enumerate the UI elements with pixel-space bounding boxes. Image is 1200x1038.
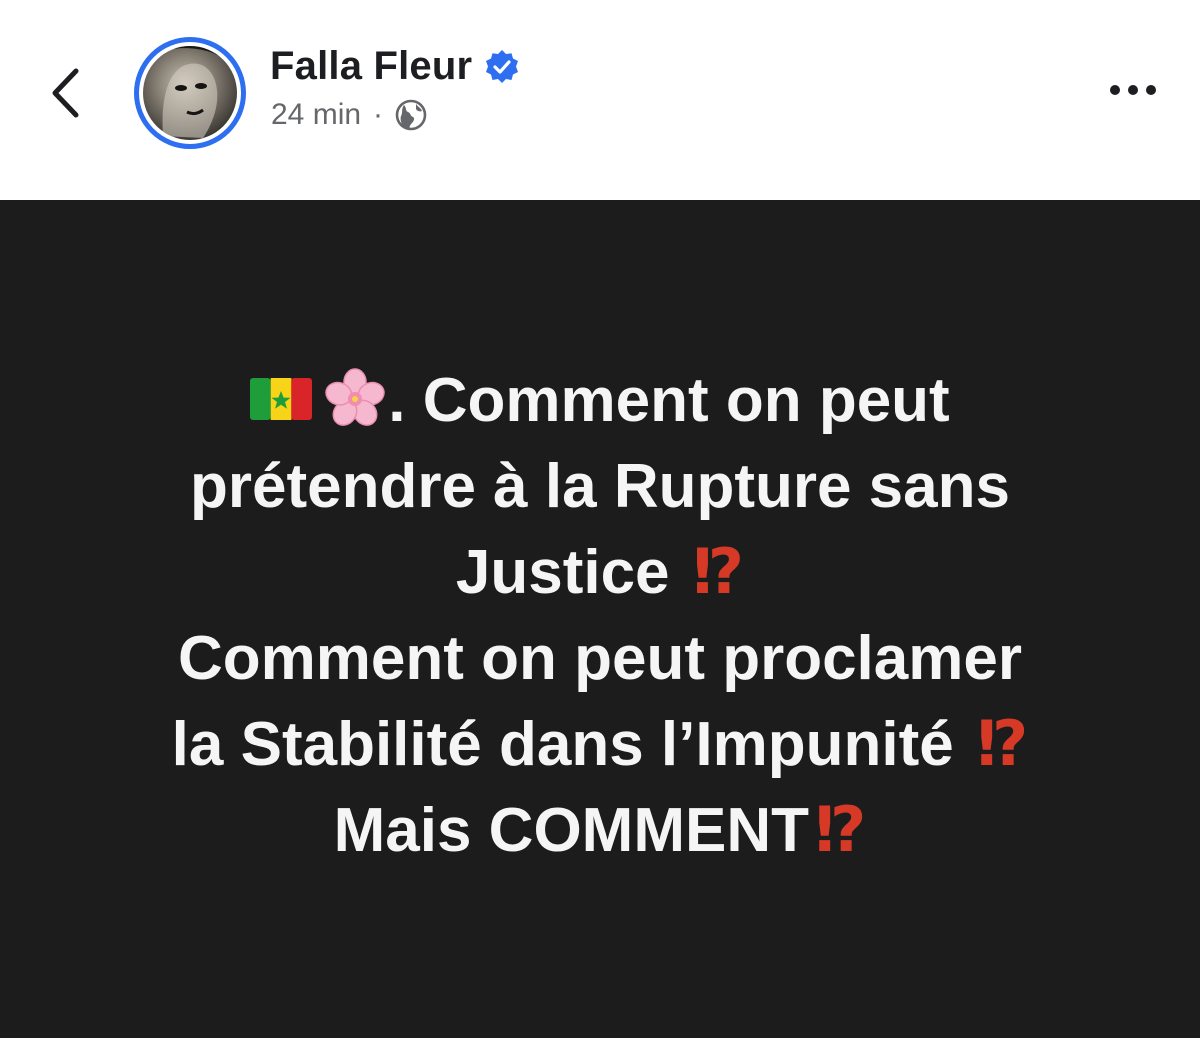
interrobang-icon: ⁉ bbox=[814, 796, 867, 865]
avatar[interactable] bbox=[134, 37, 246, 149]
post-line-5: la Stabilité dans l’Impunité ⁉ bbox=[171, 710, 1029, 779]
chevron-left-icon bbox=[52, 68, 79, 118]
timestamp[interactable]: 24 min bbox=[271, 98, 361, 132]
interrobang-icon: ⁉ bbox=[692, 538, 745, 607]
post-line-6: Mais COMMENT⁉ bbox=[333, 796, 867, 865]
post-line-2: prétendre à la Rupture sans bbox=[189, 452, 1011, 521]
verified-badge-icon bbox=[486, 49, 519, 83]
text-post: . Comment on peut prétendre à la Rupture… bbox=[0, 200, 1200, 1038]
profile-photo bbox=[143, 46, 237, 140]
post-line-3: Justice ⁉ bbox=[455, 538, 745, 607]
post-meta: 24 min · bbox=[271, 98, 427, 132]
post-line-1: . Comment on peut bbox=[60, 358, 1140, 444]
more-options-button[interactable] bbox=[1098, 70, 1168, 110]
cherry-blossom-icon bbox=[325, 367, 386, 426]
author-name[interactable]: Falla Fleur bbox=[270, 44, 472, 89]
meta-separator: · bbox=[373, 98, 384, 131]
globe-icon[interactable] bbox=[395, 99, 427, 131]
back-button[interactable] bbox=[40, 58, 90, 128]
post-text: . Comment on peut prétendre à la Rupture… bbox=[60, 358, 1140, 874]
author-row: Falla Fleur bbox=[270, 44, 520, 89]
post-line-4: Comment on peut proclamer bbox=[178, 624, 1022, 693]
interrobang-icon: ⁉ bbox=[976, 710, 1029, 779]
senegal-flag-icon bbox=[250, 377, 313, 420]
post-header: Falla Fleur 24 min · bbox=[0, 0, 1200, 200]
more-dots-icon bbox=[1110, 85, 1120, 95]
